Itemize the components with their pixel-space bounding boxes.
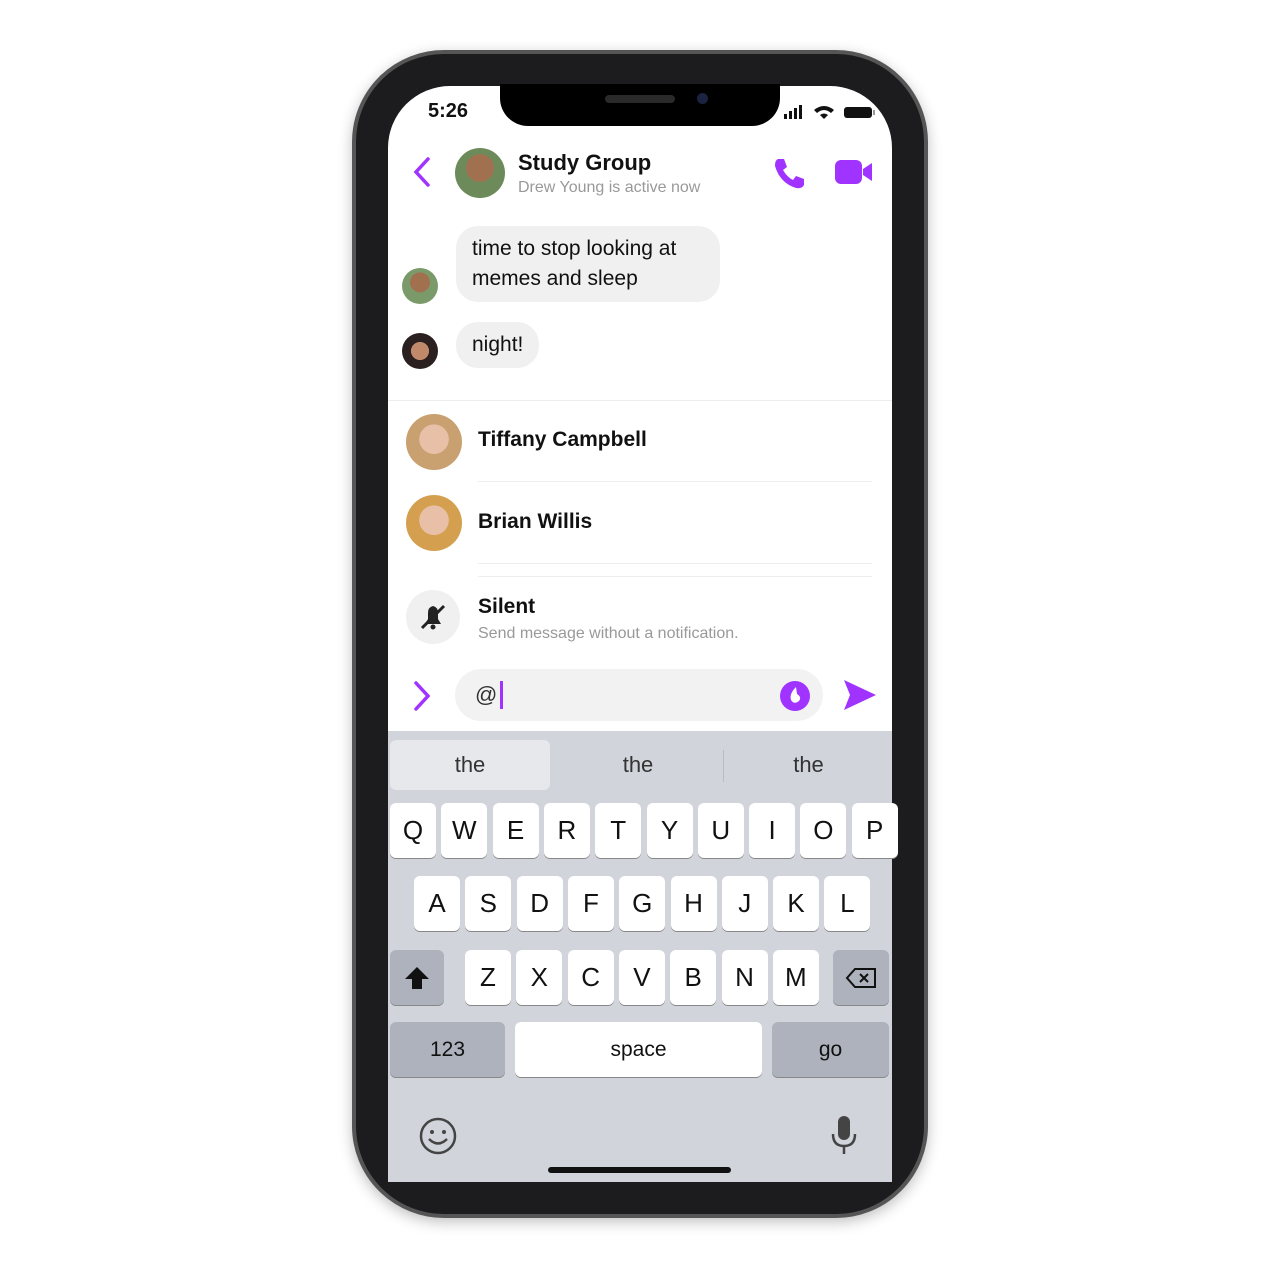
- battery-icon: [844, 107, 872, 118]
- message-bubble: night!: [456, 322, 540, 368]
- key-s[interactable]: S: [465, 876, 512, 931]
- expand-icon[interactable]: [410, 680, 434, 712]
- status-icons: [784, 105, 875, 119]
- video-call-icon[interactable]: [834, 158, 874, 186]
- message-input[interactable]: @: [455, 669, 823, 721]
- bell-slash-icon: [420, 604, 446, 630]
- backspace-icon: [845, 967, 876, 988]
- divider: [388, 400, 892, 401]
- status-time: 5:26: [428, 100, 469, 122]
- divider: [723, 750, 724, 782]
- key-x[interactable]: X: [516, 950, 563, 1005]
- silent-description: Send message without a notification.: [478, 625, 739, 642]
- key-o[interactable]: O: [800, 803, 847, 858]
- wifi-icon: [814, 106, 834, 119]
- shift-icon: [405, 966, 429, 989]
- signal-icon: [784, 105, 802, 119]
- delete-key[interactable]: [833, 950, 889, 1005]
- key-b[interactable]: B: [670, 950, 717, 1005]
- avatar: [406, 414, 462, 470]
- suggestion[interactable]: the: [390, 740, 550, 790]
- active-status: Drew Young is active now: [518, 179, 701, 196]
- divider: [478, 563, 872, 564]
- space-key[interactable]: space: [515, 1022, 762, 1077]
- key-m[interactable]: M: [772, 950, 819, 1005]
- key-e[interactable]: E: [492, 803, 539, 858]
- key-z[interactable]: Z: [465, 950, 511, 1005]
- key-f[interactable]: F: [567, 876, 614, 931]
- key-l[interactable]: L: [824, 876, 871, 931]
- key-v[interactable]: V: [618, 950, 665, 1005]
- key-g[interactable]: G: [619, 876, 666, 931]
- shift-key[interactable]: [390, 950, 444, 1005]
- divider: [478, 576, 872, 577]
- camera: [697, 93, 708, 104]
- mention-name: Brian Willis: [478, 510, 593, 533]
- phone-call-icon[interactable]: [772, 156, 806, 190]
- key-u[interactable]: U: [697, 803, 744, 858]
- go-key[interactable]: go: [772, 1022, 889, 1077]
- silent-title: Silent: [478, 595, 536, 618]
- suggestion[interactable]: the: [725, 740, 892, 790]
- back-icon[interactable]: [410, 156, 434, 188]
- key-h[interactable]: H: [670, 876, 717, 931]
- key-c[interactable]: C: [567, 950, 614, 1005]
- mention-item[interactable]: Tiffany Campbell: [388, 410, 892, 474]
- page-title: Study Group: [518, 150, 652, 175]
- key-q[interactable]: Q: [390, 803, 436, 858]
- key-i[interactable]: I: [749, 803, 796, 858]
- speaker: [605, 95, 675, 103]
- numbers-key[interactable]: 123: [390, 1022, 505, 1077]
- suggestion[interactable]: the: [553, 740, 723, 790]
- key-a[interactable]: A: [414, 876, 460, 931]
- sender-avatar: [402, 333, 438, 369]
- key-n[interactable]: N: [721, 950, 768, 1005]
- key-t[interactable]: T: [595, 803, 642, 858]
- mention-item[interactable]: Brian Willis: [388, 491, 892, 555]
- avatar: [406, 495, 462, 551]
- emoji-keyboard-icon[interactable]: [418, 1116, 458, 1156]
- key-k[interactable]: K: [773, 876, 820, 931]
- home-indicator[interactable]: [548, 1167, 731, 1173]
- mention-name: Tiffany Campbell: [478, 428, 647, 451]
- key-p[interactable]: P: [851, 803, 898, 858]
- microphone-icon[interactable]: [830, 1114, 858, 1156]
- message-bubble: time to stop looking at memes and sleep: [456, 226, 720, 302]
- silent-icon-bg: [406, 590, 460, 644]
- group-avatar[interactable]: [455, 148, 505, 198]
- message-input-value: @: [475, 682, 498, 707]
- send-icon[interactable]: [842, 678, 878, 712]
- text-cursor: [500, 681, 503, 709]
- key-d[interactable]: D: [516, 876, 563, 931]
- sender-avatar: [402, 268, 438, 304]
- key-y[interactable]: Y: [646, 803, 693, 858]
- key-j[interactable]: J: [721, 876, 768, 931]
- key-w[interactable]: W: [441, 803, 488, 858]
- notch: [500, 84, 780, 126]
- emoji-reaction-icon[interactable]: [779, 680, 811, 712]
- silent-option[interactable]: Silent Send message without a notificati…: [388, 585, 892, 651]
- divider: [478, 481, 872, 482]
- key-r[interactable]: R: [543, 803, 590, 858]
